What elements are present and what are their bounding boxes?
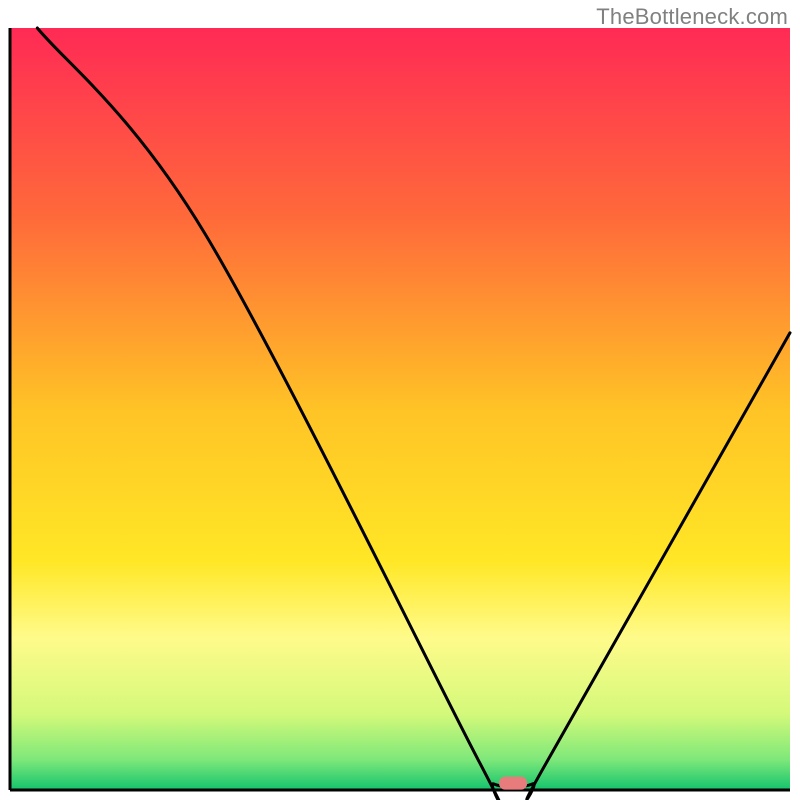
chart-canvas — [0, 0, 800, 800]
bottleneck-chart: TheBottleneck.com — [0, 0, 800, 800]
watermark-text: TheBottleneck.com — [596, 4, 788, 30]
